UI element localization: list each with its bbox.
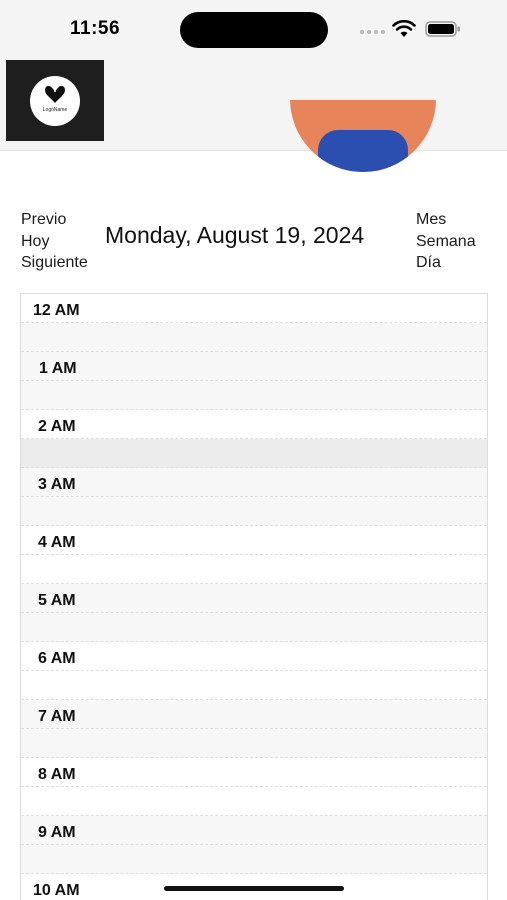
- hour-row[interactable]: 9 AM: [21, 816, 487, 874]
- cellular-signal-icon: [360, 30, 386, 36]
- time-slot[interactable]: [21, 671, 487, 700]
- hour-label: 12 AM: [33, 302, 80, 319]
- hour-row[interactable]: 4 AM: [21, 526, 487, 584]
- time-slot[interactable]: [21, 352, 487, 381]
- hour-label: 4 AM: [38, 534, 76, 551]
- dynamic-island: [180, 12, 328, 48]
- hour-row[interactable]: 6 AM: [21, 642, 487, 700]
- current-date-title: Monday, August 19, 2024: [105, 222, 365, 248]
- logo[interactable]: LogoName: [6, 60, 104, 141]
- wifi-icon: [392, 20, 416, 37]
- hour-label: 5 AM: [38, 592, 76, 609]
- week-view-button[interactable]: Semana: [416, 231, 476, 253]
- day-calendar-grid[interactable]: 12 AM 1 AM 2 AM 3 AM 4 AM 5 AM 6 AM 7 AM…: [20, 293, 488, 900]
- logo-text: LogoName: [42, 107, 68, 113]
- time-slot[interactable]: [21, 758, 487, 787]
- hour-row[interactable]: 1 AM: [21, 352, 487, 410]
- battery-icon: [425, 21, 460, 37]
- view-switcher: Mes Semana Día: [416, 209, 476, 274]
- time-slot[interactable]: [21, 323, 487, 352]
- hour-row[interactable]: 3 AM: [21, 468, 487, 526]
- hour-label: 7 AM: [38, 708, 76, 725]
- time-slot[interactable]: [21, 555, 487, 584]
- time-slot[interactable]: [21, 410, 487, 439]
- time-slot[interactable]: [21, 497, 487, 526]
- time-slot[interactable]: [21, 845, 487, 874]
- month-view-button[interactable]: Mes: [416, 209, 476, 231]
- hour-label: 1 AM: [39, 360, 77, 377]
- time-slot[interactable]: [21, 613, 487, 642]
- previous-button[interactable]: Previo: [21, 209, 88, 231]
- home-indicator[interactable]: [164, 886, 344, 891]
- time-slot[interactable]: [21, 816, 487, 845]
- hour-row[interactable]: 8 AM: [21, 758, 487, 816]
- hour-label: 8 AM: [38, 766, 76, 783]
- time-slot[interactable]: [21, 642, 487, 671]
- status-time: 11:56: [70, 18, 121, 39]
- day-view-button[interactable]: Día: [416, 252, 476, 274]
- hour-label: 10 AM: [33, 882, 80, 899]
- hour-label: 3 AM: [38, 476, 76, 493]
- avatar[interactable]: [290, 100, 436, 172]
- hour-label: 2 AM: [38, 418, 76, 435]
- date-navigation: Previo Hoy Siguiente: [21, 209, 88, 274]
- time-slot[interactable]: [21, 729, 487, 758]
- time-slot[interactable]: [21, 294, 487, 323]
- hour-row[interactable]: 2 AM: [21, 410, 487, 468]
- hour-label: 9 AM: [38, 824, 76, 841]
- next-button[interactable]: Siguiente: [21, 252, 88, 274]
- time-slot-selected[interactable]: [21, 439, 487, 468]
- screen: 11:56 LogoName Previo Hoy Siguiente Mond…: [0, 0, 507, 900]
- heart-bird-icon: [45, 85, 65, 103]
- hour-row[interactable]: 5 AM: [21, 584, 487, 642]
- time-slot[interactable]: [21, 787, 487, 816]
- hour-row[interactable]: 12 AM: [21, 294, 487, 352]
- time-slot[interactable]: [21, 700, 487, 729]
- time-slot[interactable]: [21, 381, 487, 410]
- hour-row[interactable]: 7 AM: [21, 700, 487, 758]
- status-bar: 11:56: [0, 0, 507, 60]
- hour-label: 6 AM: [38, 650, 76, 667]
- today-button[interactable]: Hoy: [21, 231, 88, 253]
- time-slot[interactable]: [21, 468, 487, 497]
- time-slot[interactable]: [21, 584, 487, 613]
- time-slot[interactable]: [21, 526, 487, 555]
- logo-badge: LogoName: [30, 76, 80, 126]
